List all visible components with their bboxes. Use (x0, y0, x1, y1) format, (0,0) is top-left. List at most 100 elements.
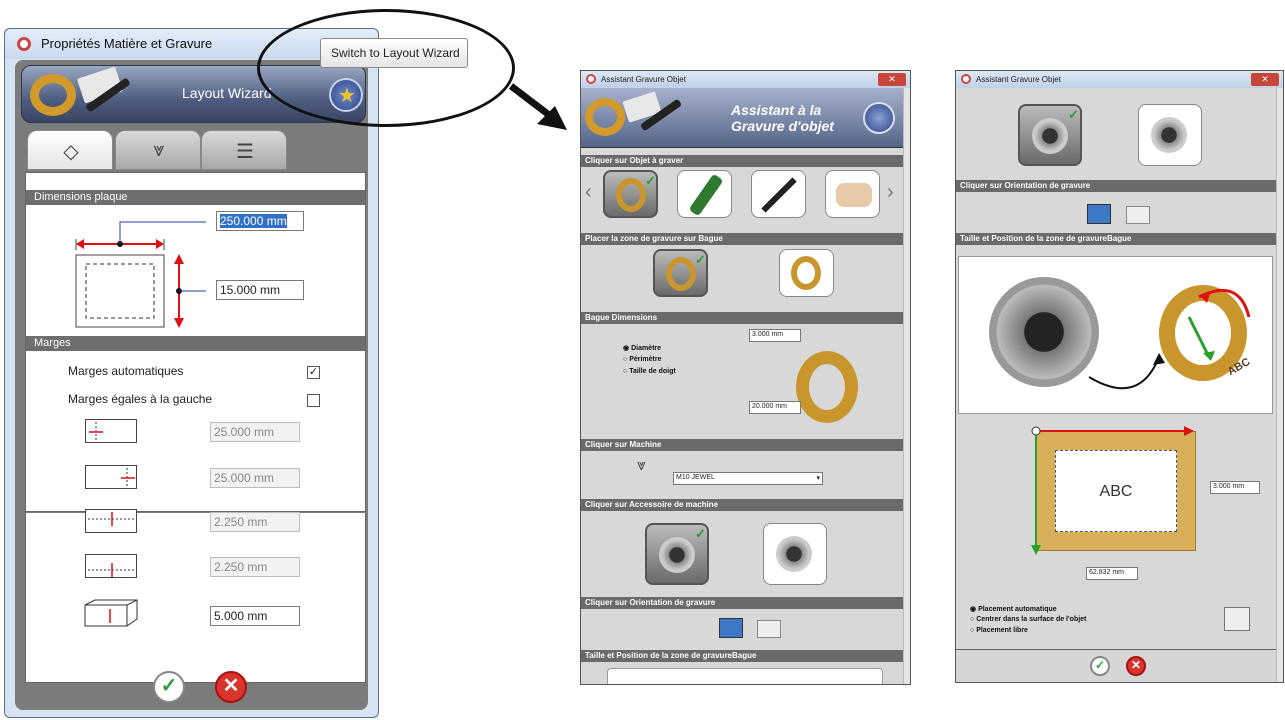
accessory-option-1[interactable]: ✓ (645, 523, 709, 585)
equal-margins-checkbox[interactable] (307, 394, 320, 407)
engraving-tool-icon: ⩔ (153, 139, 165, 161)
zone-axes (1031, 426, 1194, 555)
material-engraving-properties-window: Propriétés Matière et Gravure Layout Wiz… (4, 28, 379, 718)
tab-plate[interactable]: ◇ (27, 130, 113, 170)
object-bracelet-option[interactable] (825, 170, 880, 218)
orientation-abc-option[interactable] (1087, 204, 1111, 224)
title-bar: Assistant Gravure Objet (956, 71, 1283, 88)
section-dimensions: Bague Dimensions (581, 312, 903, 324)
top-margin-input[interactable]: 2.250 mm (210, 512, 300, 532)
window-title: Assistant Gravure Objet (976, 75, 1061, 84)
accessory-option-1[interactable]: ✓ (1018, 104, 1082, 166)
zone-height-input[interactable]: 3.000 mm (1210, 481, 1260, 494)
top-margin-icon (85, 509, 137, 533)
accessory-option-2[interactable] (763, 523, 827, 585)
section-plate-dimensions: Dimensions plaque (26, 190, 365, 205)
auto-margins-label: Marges automatiques (68, 364, 184, 378)
cancel-button[interactable]: ✕ (215, 671, 247, 703)
equal-margins-label: Marges égales à la gauche (68, 392, 213, 406)
pointer-arrow (508, 83, 567, 130)
ok-button[interactable]: ✓ (1090, 656, 1110, 676)
right-margin-icon (85, 465, 137, 489)
placement-arrows (1088, 288, 1251, 390)
properties-panel: Dimensions plaque 250.000 mm 15.000 mm M… (25, 172, 366, 512)
radio-finger-size[interactable]: ○ Taille de doigt (623, 368, 676, 375)
cross-icon: ✕ (222, 675, 240, 697)
checkmark-icon: ✓ (645, 173, 656, 188)
bottom-margin-input[interactable]: 2.250 mm (210, 557, 300, 577)
object-ring-option[interactable]: ✓ (603, 170, 658, 218)
scroll-right-icon[interactable]: › (887, 181, 894, 204)
highlight-ellipse (257, 9, 515, 127)
section-accessory: Cliquer sur Accessoire de machine (581, 499, 903, 511)
checkmark-icon: ✓ (1068, 107, 1079, 122)
app-icon (586, 74, 596, 84)
ring-width-input[interactable]: 3.000 mm (749, 329, 801, 342)
chuck-image (776, 536, 812, 572)
object-pen-option[interactable] (751, 170, 806, 218)
radio-diameter[interactable]: ◉ Diamètre (623, 344, 661, 352)
object-engraving-wizard-window-scrolled: Assistant Gravure Objet ✕ ✓ Cliquer sur … (955, 70, 1284, 683)
wizard-button[interactable] (863, 102, 895, 134)
app-icon (961, 74, 971, 84)
chevron-down-icon: ▾ (816, 475, 820, 482)
thickness-icon (83, 599, 139, 627)
footer (956, 649, 1276, 682)
chuck-image (659, 537, 695, 573)
title-bar: Assistant Gravure Objet (581, 71, 910, 88)
object-engraving-wizard-window: Assistant Gravure Objet ✕ Assistant à la… (580, 70, 911, 685)
radio-center-placement[interactable]: ○ Centrer dans la surface de l'objet (970, 616, 1086, 623)
plate-width-input[interactable]: 250.000 mm (216, 211, 304, 231)
section-orientation: Cliquer sur Orientation de gravure (581, 597, 903, 609)
radio-perimeter[interactable]: ○ Périmètre (623, 356, 661, 363)
close-button[interactable]: ✕ (1251, 73, 1279, 86)
thickness-input[interactable]: 5.000 mm (210, 606, 300, 626)
banner-title: Assistant à la Gravure d'objet (731, 102, 834, 134)
accessory-option-2[interactable] (1138, 104, 1202, 166)
orientation-abc-option[interactable] (719, 618, 743, 638)
tab-machine[interactable]: ☰ (201, 130, 287, 170)
zone-outer-option[interactable]: ✓ (653, 249, 708, 297)
ring-height-input[interactable]: 20.000 mm (749, 401, 801, 414)
object-bottle-option[interactable] (677, 170, 732, 218)
orientation-rotated-option[interactable] (757, 620, 781, 638)
ring-3d-image (796, 351, 858, 423)
machine-select[interactable]: M10 JEWEL ▾ (673, 472, 823, 485)
chuck-image (1151, 117, 1187, 153)
orientation-rotated-option[interactable] (1126, 206, 1150, 224)
section-object: Cliquer sur Objet à graver (581, 155, 903, 167)
margins-panel (25, 513, 366, 683)
cross-icon: ✕ (1130, 658, 1142, 672)
ring-image (666, 257, 696, 291)
wizard-banner: Assistant à la Gravure d'objet (581, 88, 910, 148)
section-size-position: Taille et Position de la zone de gravure… (581, 650, 903, 662)
section-size-position: Taille et Position de la zone de gravure… (956, 233, 1276, 245)
zone-width-input[interactable]: 62.832 mm (1086, 567, 1138, 580)
ring-image (585, 98, 625, 136)
plate-height-input[interactable]: 15.000 mm (216, 280, 304, 300)
window-title: Propriétés Matière et Gravure (41, 36, 213, 51)
cancel-button[interactable]: ✕ (1126, 656, 1146, 676)
bottom-margin-icon (85, 554, 137, 578)
radio-free-placement[interactable]: ○ Placement libre (970, 627, 1028, 634)
scrollbar[interactable] (903, 88, 910, 684)
left-margin-input[interactable]: 25.000 mm (210, 422, 300, 442)
right-margin-input[interactable]: 25.000 mm (210, 468, 300, 488)
scroll-left-icon[interactable]: ‹ (585, 181, 592, 204)
plate-diagram (75, 221, 206, 328)
radio-auto-placement[interactable]: ◉ Placement automatique (970, 605, 1057, 613)
auto-margins-checkbox[interactable]: ✓ (307, 366, 320, 379)
section-orientation: Cliquer sur Orientation de gravure (956, 180, 1276, 192)
ok-button[interactable]: ✓ (153, 671, 185, 703)
zone-inner-option[interactable] (779, 249, 834, 297)
tooltip: Switch to Layout Wizard (320, 38, 468, 68)
tab-tool[interactable]: ⩔ (115, 130, 201, 170)
pen-image (761, 177, 797, 213)
close-button[interactable]: ✕ (878, 73, 906, 86)
checkmark-icon: ✓ (695, 252, 706, 267)
placement-illustration: ABC (958, 256, 1273, 414)
chuck-image (1032, 118, 1068, 154)
layout-wizard-icon[interactable] (1224, 607, 1250, 631)
scrollbar[interactable] (1276, 88, 1283, 682)
ring-image (791, 256, 821, 290)
